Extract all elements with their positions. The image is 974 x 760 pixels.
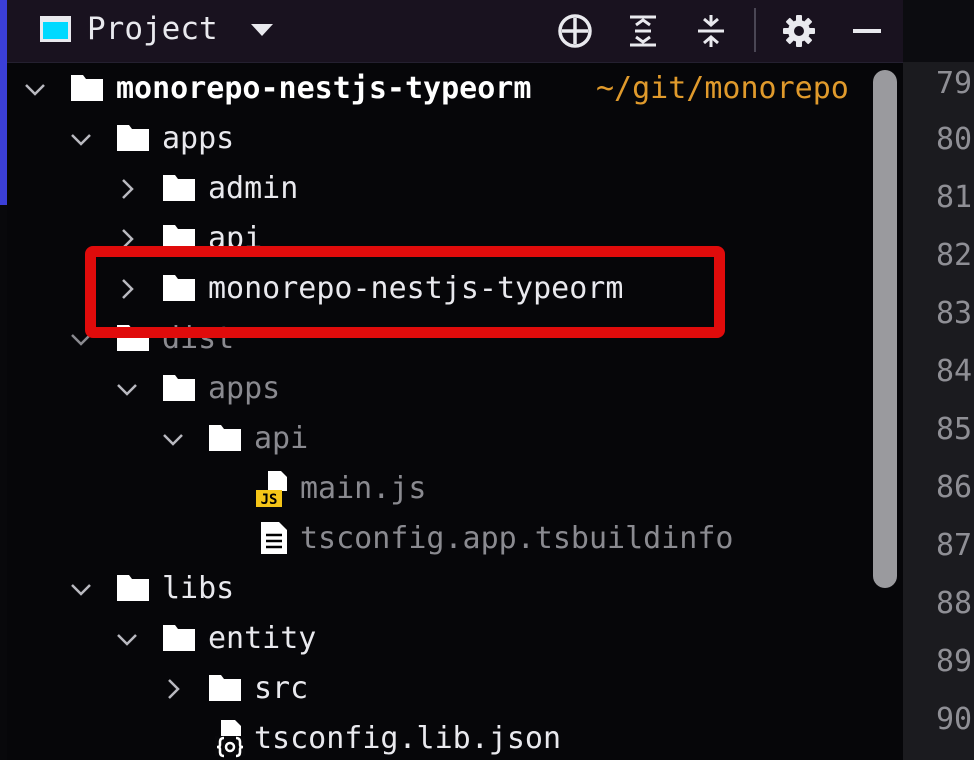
javascript-file-icon: JS bbox=[254, 469, 294, 509]
tree-row-root[interactable]: monorepo-nestjs-typeorm ~/git/monorepo bbox=[7, 64, 903, 114]
tree-item-label: admin bbox=[208, 171, 299, 206]
line-number: 80 bbox=[936, 122, 973, 157]
project-window-icon bbox=[40, 16, 71, 42]
folder-icon bbox=[116, 123, 150, 153]
tree-row-tsbuildinfo[interactable]: tsconfig.app.tsbuildinfo bbox=[7, 514, 903, 564]
chevron-right-icon[interactable] bbox=[160, 676, 186, 702]
line-number: 88 bbox=[936, 586, 973, 621]
project-tree: monorepo-nestjs-typeorm ~/git/monorepo a… bbox=[7, 64, 903, 760]
folder-icon bbox=[162, 623, 196, 653]
chevron-down-icon[interactable] bbox=[251, 24, 273, 36]
tree-item-label: src bbox=[254, 671, 309, 706]
json-file-icon bbox=[213, 718, 249, 758]
tree-item-label: tsconfig.app.tsbuildinfo bbox=[300, 521, 734, 556]
editor-line-gutter: 79 80 81 82 83 84 85 86 87 88 89 90 bbox=[903, 0, 974, 760]
chevron-down-icon[interactable] bbox=[22, 76, 48, 102]
tree-root-path: ~/git/monorepo bbox=[596, 71, 849, 106]
header-divider bbox=[754, 8, 756, 52]
line-number: 81 bbox=[936, 180, 973, 215]
annotation-highlight-box bbox=[85, 246, 725, 338]
line-number: 87 bbox=[936, 528, 973, 563]
text-file-icon bbox=[259, 520, 289, 556]
folder-icon bbox=[162, 373, 196, 403]
panel-title[interactable]: Project bbox=[87, 10, 218, 48]
line-number: 83 bbox=[936, 296, 973, 331]
line-number-column: 79 80 81 82 83 84 85 86 87 88 89 90 bbox=[903, 62, 974, 760]
svg-text:JS: JS bbox=[261, 492, 278, 508]
editor-tab-strip bbox=[903, 0, 974, 62]
tree-row-src[interactable]: src bbox=[7, 664, 903, 714]
line-number: 84 bbox=[936, 354, 973, 389]
gear-icon[interactable] bbox=[780, 12, 818, 50]
folder-icon bbox=[70, 73, 104, 103]
folder-icon bbox=[208, 423, 242, 453]
locate-file-icon[interactable] bbox=[556, 12, 594, 50]
tree-row-dist-apps[interactable]: apps bbox=[7, 364, 903, 414]
tree-item-label: apps bbox=[208, 371, 281, 406]
folder-icon bbox=[208, 673, 242, 703]
tree-row-main-js[interactable]: JS main.js bbox=[7, 464, 903, 514]
line-number: 79 bbox=[936, 66, 973, 101]
line-number: 86 bbox=[936, 470, 973, 505]
folder-icon bbox=[116, 573, 150, 603]
line-number: 82 bbox=[936, 238, 973, 273]
tree-item-label: libs bbox=[162, 571, 235, 606]
tree-item-label: api bbox=[254, 421, 309, 456]
window-edge-strip bbox=[0, 0, 7, 205]
collapse-all-icon[interactable] bbox=[692, 12, 730, 50]
expand-all-icon[interactable] bbox=[624, 12, 662, 50]
tree-item-label: entity bbox=[208, 621, 317, 656]
minimize-icon[interactable] bbox=[848, 12, 886, 50]
chevron-right-icon[interactable] bbox=[114, 176, 140, 202]
chevron-down-icon[interactable] bbox=[114, 376, 140, 402]
tree-row-dist-api[interactable]: api bbox=[7, 414, 903, 464]
tree-scrollbar[interactable] bbox=[873, 70, 897, 588]
line-number: 90 bbox=[936, 702, 973, 737]
line-number: 89 bbox=[936, 644, 973, 679]
tree-row-entity[interactable]: entity bbox=[7, 614, 903, 664]
tree-item-label: main.js bbox=[300, 471, 427, 506]
tree-row-libs[interactable]: libs bbox=[7, 564, 903, 614]
chevron-down-icon[interactable] bbox=[68, 576, 94, 602]
tree-item-label: apps bbox=[162, 121, 235, 156]
tree-root-label: monorepo-nestjs-typeorm bbox=[116, 71, 532, 106]
line-number: 85 bbox=[936, 412, 973, 447]
tree-row-apps[interactable]: apps bbox=[7, 114, 903, 164]
project-panel-header: Project bbox=[7, 0, 903, 63]
folder-icon bbox=[162, 173, 196, 203]
tree-row-tsconfig-lib[interactable]: tsconfig.lib.json bbox=[7, 714, 903, 760]
chevron-down-icon[interactable] bbox=[68, 126, 94, 152]
tree-item-label: tsconfig.lib.json bbox=[254, 721, 562, 756]
project-panel: Project monorepo-nestjs-typeorm ~/git/mo… bbox=[7, 0, 903, 760]
chevron-down-icon[interactable] bbox=[160, 426, 186, 452]
chevron-down-icon[interactable] bbox=[114, 626, 140, 652]
tree-row-admin[interactable]: admin bbox=[7, 164, 903, 214]
